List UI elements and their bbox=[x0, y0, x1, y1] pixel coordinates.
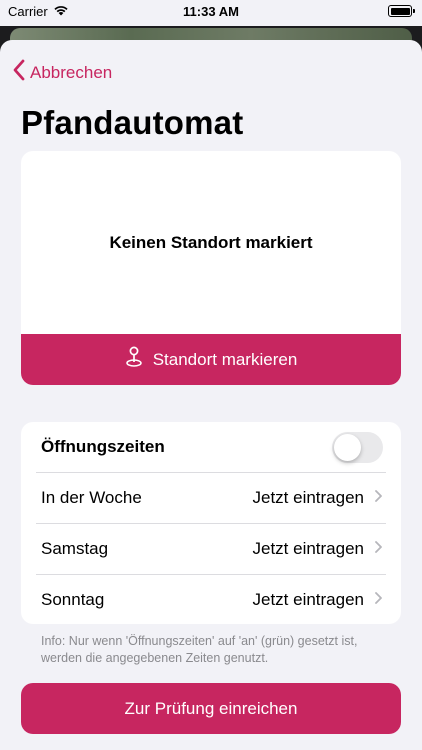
saturday-row[interactable]: Samstag Jetzt eintragen bbox=[21, 524, 401, 574]
mark-location-label: Standort markieren bbox=[152, 349, 298, 369]
cancel-button[interactable]: Abbrechen bbox=[12, 59, 112, 86]
opening-hours-toggle-row: Öffnungszeiten bbox=[21, 422, 401, 472]
no-location-text: Keinen Standort markiert bbox=[109, 233, 313, 252]
info-text: Info: Nur wenn 'Öffnungszeiten' auf 'an'… bbox=[41, 634, 358, 665]
status-time: 11:33 AM bbox=[183, 4, 239, 19]
location-pin-icon bbox=[125, 346, 143, 373]
switch-knob bbox=[334, 433, 361, 461]
saturday-label: Samstag bbox=[41, 539, 109, 558]
mark-location-button[interactable]: Standort markieren bbox=[21, 334, 401, 385]
opening-hours-card: Öffnungszeiten In der Woche Jetzt eintra… bbox=[21, 422, 401, 624]
page-title: Pfandautomat bbox=[21, 104, 244, 141]
status-bar: Carrier 11:33 AM bbox=[0, 0, 422, 26]
chevron-left-icon bbox=[12, 59, 30, 86]
battery-icon bbox=[388, 5, 415, 17]
opening-hours-switch[interactable] bbox=[332, 431, 383, 463]
weekday-value: Jetzt eintragen bbox=[252, 488, 364, 507]
cancel-label: Abbrechen bbox=[30, 62, 113, 82]
sunday-row[interactable]: Sonntag Jetzt eintragen bbox=[21, 575, 401, 624]
chevron-right-icon bbox=[374, 590, 383, 610]
weekday-label: In der Woche bbox=[41, 488, 142, 507]
weekday-row[interactable]: In der Woche Jetzt eintragen bbox=[21, 473, 401, 523]
saturday-value: Jetzt eintragen bbox=[252, 539, 364, 558]
chevron-right-icon bbox=[374, 488, 383, 508]
opening-hours-label: Öffnungszeiten bbox=[41, 437, 165, 456]
submit-for-review-button[interactable]: Zur Prüfung einreichen bbox=[21, 683, 401, 734]
sunday-label: Sonntag bbox=[41, 590, 105, 609]
chevron-right-icon bbox=[374, 539, 383, 559]
location-card: Keinen Standort markiert Standort markie… bbox=[21, 151, 401, 385]
modal-sheet: Abbrechen Pfandautomat Keinen Standort m… bbox=[0, 40, 422, 750]
sunday-value: Jetzt eintragen bbox=[252, 590, 364, 609]
